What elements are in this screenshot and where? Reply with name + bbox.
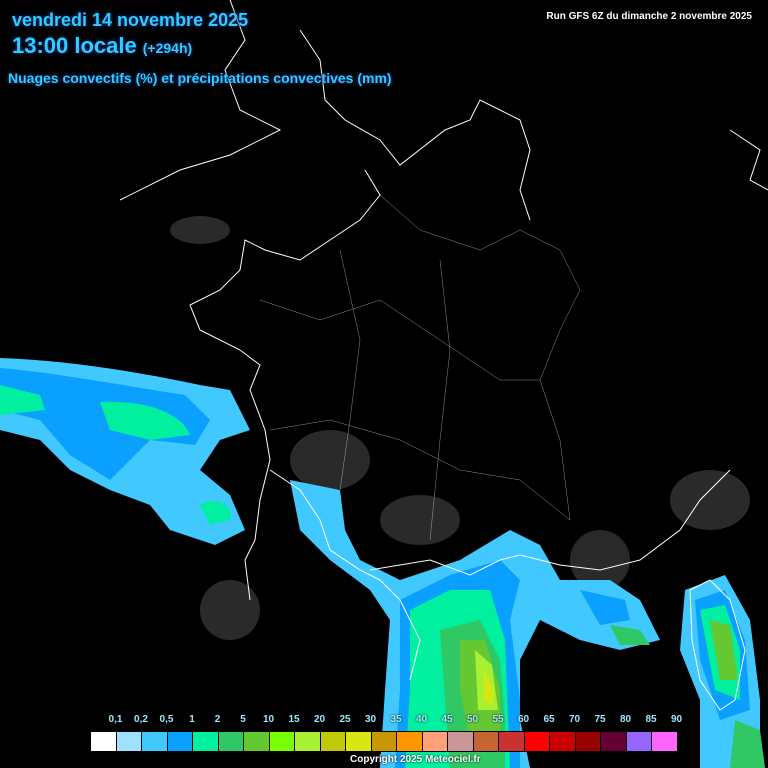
- weather-map: vendredi 14 novembre 2025 13:00 locale (+…: [0, 0, 768, 768]
- forecast-time-value: 13:00 locale: [12, 33, 137, 58]
- legend-swatch: [652, 732, 678, 751]
- forecast-lead-hours: (+294h): [142, 40, 193, 56]
- legend-label: 45: [441, 714, 453, 725]
- legend-swatch: [295, 732, 321, 751]
- legend-swatch: [448, 732, 474, 751]
- legend-label: 1: [189, 714, 195, 725]
- legend-label: 25: [339, 714, 351, 725]
- precipitation-map: [0, 0, 768, 768]
- legend-label: 80: [619, 714, 632, 725]
- legend-label: 0,5: [159, 714, 174, 725]
- legend-swatch: [473, 732, 499, 751]
- legend-label: 30: [364, 714, 377, 725]
- legend-label: 60: [517, 714, 530, 725]
- legend-swatch: [550, 732, 576, 751]
- legend-label: 5: [240, 714, 246, 725]
- legend-swatch: [601, 732, 627, 751]
- legend-label: 75: [594, 714, 606, 725]
- legend-swatch: [371, 732, 397, 751]
- legend-swatch: [524, 732, 550, 751]
- legend-swatch: [320, 732, 346, 751]
- legend-swatch: [269, 732, 295, 751]
- model-run-info: Run GFS 6Z du dimanche 2 novembre 2025: [546, 11, 752, 22]
- legend-swatch: [422, 732, 448, 751]
- legend-label: 0,2: [134, 714, 148, 725]
- legend-label: 2: [214, 714, 221, 725]
- legend-swatch: [346, 732, 372, 751]
- precip-west-atlantic: [0, 358, 250, 545]
- legend-swatch: [167, 732, 193, 751]
- copyright: Copyright 2025 Meteociel.fr: [350, 754, 481, 765]
- legend-swatch: [142, 732, 168, 751]
- legend-label: 0,1: [108, 714, 123, 725]
- legend-swatch: [244, 732, 270, 751]
- legend-label: 70: [568, 714, 581, 725]
- forecast-time: 13:00 locale (+294h): [12, 33, 192, 59]
- legend-label: 35: [390, 714, 402, 725]
- color-legend: [90, 731, 679, 752]
- map-subtitle: Nuages convectifs (%) et précipitations …: [8, 70, 392, 86]
- legend-swatch: [193, 732, 219, 751]
- legend-label: 85: [645, 714, 657, 725]
- legend-swatch: [218, 732, 244, 751]
- legend-swatch: [499, 732, 525, 751]
- legend-swatch: [116, 732, 142, 751]
- legend-swatch: [575, 732, 601, 751]
- legend-label: 90: [670, 714, 683, 725]
- legend-label: 10: [262, 714, 275, 725]
- legend-label: 50: [466, 714, 479, 725]
- legend-swatch: [397, 732, 423, 751]
- legend-label: 55: [492, 714, 504, 725]
- legend-label: 65: [543, 714, 555, 725]
- precip-corsica: [680, 575, 765, 768]
- legend-swatch: [626, 732, 652, 751]
- legend-label: 40: [415, 714, 428, 725]
- legend-label: 20: [313, 714, 326, 725]
- legend-swatch: [91, 732, 117, 751]
- forecast-date: vendredi 14 novembre 2025: [12, 10, 249, 30]
- legend-label: 15: [288, 714, 300, 725]
